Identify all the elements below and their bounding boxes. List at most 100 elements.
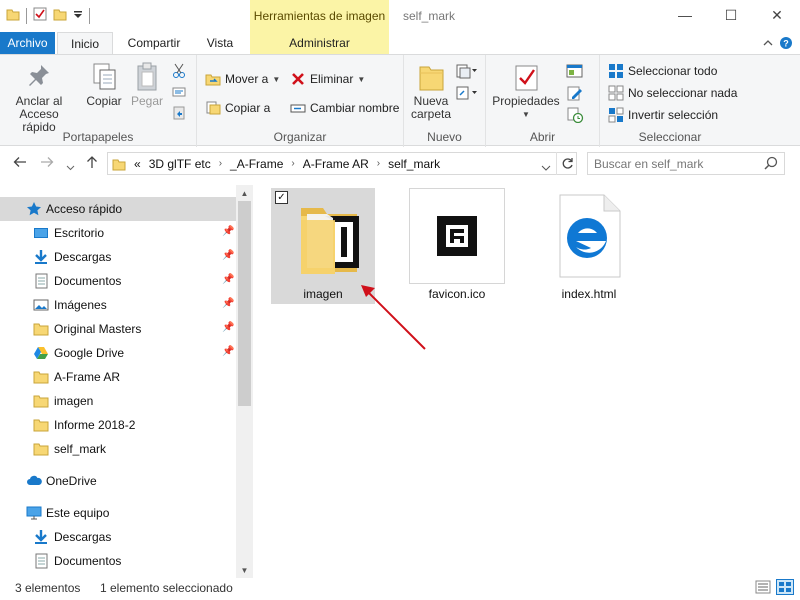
scrollbar-thumb[interactable] (238, 201, 251, 406)
nav-quick-access[interactable]: Acceso rápido (0, 197, 236, 221)
context-tab-header: Herramientas de imagen (250, 0, 389, 32)
chevron-right-icon[interactable]: › (219, 158, 222, 169)
breadcrumb-a-frame-ar[interactable]: A-Frame AR (303, 157, 369, 171)
tab-archivo[interactable]: Archivo (0, 32, 55, 54)
pin-icon[interactable]: 📌 (222, 226, 234, 237)
rename-button[interactable]: Cambiar nombre (290, 100, 399, 116)
easy-access-icon[interactable] (456, 85, 478, 104)
close-button[interactable]: ✕ (754, 0, 800, 30)
nav-pc-documentos[interactable]: Documentos (0, 549, 236, 573)
nav-item-imagen[interactable]: imagen (0, 389, 236, 413)
select-none-button[interactable]: No seleccionar nada (608, 85, 737, 101)
select-none-label: No seleccionar nada (628, 86, 738, 100)
delete-icon (292, 73, 304, 85)
properties-button[interactable]: Propiedades ▼ (492, 61, 560, 121)
copy-label: Copiar (86, 94, 122, 108)
up-arrow-icon[interactable] (86, 155, 98, 172)
chevron-right-icon[interactable]: › (377, 158, 380, 169)
collapse-ribbon-icon[interactable] (760, 36, 776, 50)
new-folder-button[interactable]: Nueva carpeta (408, 61, 454, 121)
paste-shortcut-icon[interactable] (172, 105, 186, 124)
nav-item-imagenes[interactable]: Imágenes 📌 (0, 293, 236, 317)
close-icon: ✕ (771, 6, 783, 23)
nav-item-escritorio[interactable]: Escritorio 📌 (0, 221, 236, 245)
nav-item-a-frame-ar[interactable]: A-Frame AR (0, 365, 236, 389)
address-dropdown-icon[interactable] (541, 160, 551, 174)
search-placeholder: Buscar en self_mark (594, 156, 704, 171)
properties-label: Propiedades (492, 94, 560, 108)
scroll-up-icon[interactable]: ▲ (236, 185, 253, 201)
invert-selection-label: Invertir selección (628, 108, 719, 122)
delete-button[interactable]: Eliminar ▼ (290, 71, 365, 87)
paste-button[interactable]: Pegar (128, 61, 166, 108)
cut-icon[interactable] (172, 63, 186, 82)
edit-icon[interactable] (566, 85, 584, 104)
pin-icon[interactable]: 📌 (222, 322, 234, 333)
tab-compartir[interactable]: Compartir (117, 32, 191, 54)
copy-path-icon[interactable] (172, 85, 186, 102)
nav-item-descargas[interactable]: Descargas 📌 (0, 245, 236, 269)
maximize-button[interactable]: ☐ (708, 0, 754, 30)
computer-icon (26, 505, 42, 521)
minimize-button[interactable]: — (662, 0, 708, 30)
pin-icon[interactable]: 📌 (222, 346, 234, 357)
pin-icon[interactable]: 📌 (222, 298, 234, 309)
chevron-right-icon[interactable]: › (291, 158, 294, 169)
copy-to-button[interactable]: Copiar a (205, 100, 270, 116)
nav-pc-descargas[interactable]: Descargas (0, 525, 236, 549)
open-icon[interactable] (566, 63, 584, 82)
nav-item-informe[interactable]: Informe 2018-2 (0, 413, 236, 437)
nav-label: Escritorio (54, 226, 105, 240)
nav-item-original-masters[interactable]: Original Masters 📌 (0, 317, 236, 341)
toolbar-divider (26, 7, 27, 24)
search-icon[interactable] (764, 156, 778, 173)
large-icons-view-icon[interactable] (776, 579, 794, 598)
new-item-icon[interactable] (456, 63, 478, 82)
help-icon[interactable]: ? (778, 36, 794, 50)
nav-label: Original Masters (54, 322, 142, 336)
properties-icon[interactable] (33, 7, 47, 24)
nav-item-google-drive[interactable]: Google Drive 📌 (0, 341, 236, 365)
delete-label: Eliminar (310, 72, 354, 86)
copy-button[interactable]: Copiar (84, 61, 124, 108)
forward-arrow-icon[interactable] (40, 155, 54, 171)
nav-onedrive[interactable]: OneDrive (0, 469, 236, 493)
customize-toolbar-icon[interactable] (73, 7, 83, 24)
scroll-down-icon[interactable]: ▼ (236, 562, 253, 578)
nav-scrollbar[interactable]: ▲ ▼ (236, 185, 253, 578)
address-bar[interactable]: « 3D glTF etc › _A-Frame › A-Frame AR › … (107, 152, 577, 175)
nav-item-self-mark[interactable]: self_mark (0, 437, 236, 461)
new-folder-icon[interactable] (53, 7, 67, 24)
dropdown-arrow-icon: ▼ (272, 74, 281, 84)
tab-inicio[interactable]: Inicio (57, 32, 113, 55)
breadcrumb-a-frame[interactable]: _A-Frame (230, 157, 283, 171)
tab-vista[interactable]: Vista (195, 32, 245, 54)
back-arrow-icon[interactable] (13, 155, 27, 171)
history-icon[interactable] (566, 107, 584, 126)
nav-label: Descargas (54, 530, 112, 544)
file-view: ✓ imagen favicon.ico index.html (253, 185, 800, 578)
download-icon (33, 529, 49, 545)
breadcrumb-self-mark[interactable]: self_mark (388, 157, 440, 171)
file-item-index-html[interactable]: index.html (537, 188, 641, 304)
select-all-button[interactable]: Seleccionar todo (608, 63, 717, 79)
download-icon (33, 249, 49, 265)
pin-icon[interactable]: 📌 (222, 274, 234, 285)
folder-icon[interactable] (6, 7, 20, 24)
invert-selection-button[interactable]: Invertir selección (608, 107, 718, 123)
group-label-portapapeles: Portapapeles (62, 130, 134, 144)
recent-locations-icon[interactable] (66, 158, 75, 174)
folder-icon (275, 188, 371, 284)
breadcrumb-overflow[interactable]: « (134, 157, 141, 171)
tab-administrar[interactable]: Administrar (250, 32, 389, 54)
breadcrumb-3d-gltf[interactable]: 3D glTF etc (149, 157, 211, 171)
details-view-icon[interactable] (755, 580, 771, 597)
refresh-button[interactable] (556, 152, 577, 175)
nav-this-pc[interactable]: Este equipo (0, 501, 236, 525)
search-input[interactable]: Buscar en self_mark (587, 152, 785, 175)
move-to-button[interactable]: Mover a ▼ (205, 71, 280, 87)
pin-quick-access-button[interactable]: Anclar al Acceso rápido (6, 61, 72, 134)
pin-icon[interactable]: 📌 (222, 250, 234, 261)
nav-item-documentos[interactable]: Documentos 📌 (0, 269, 236, 293)
status-item-count: 3 elementos (15, 581, 81, 595)
